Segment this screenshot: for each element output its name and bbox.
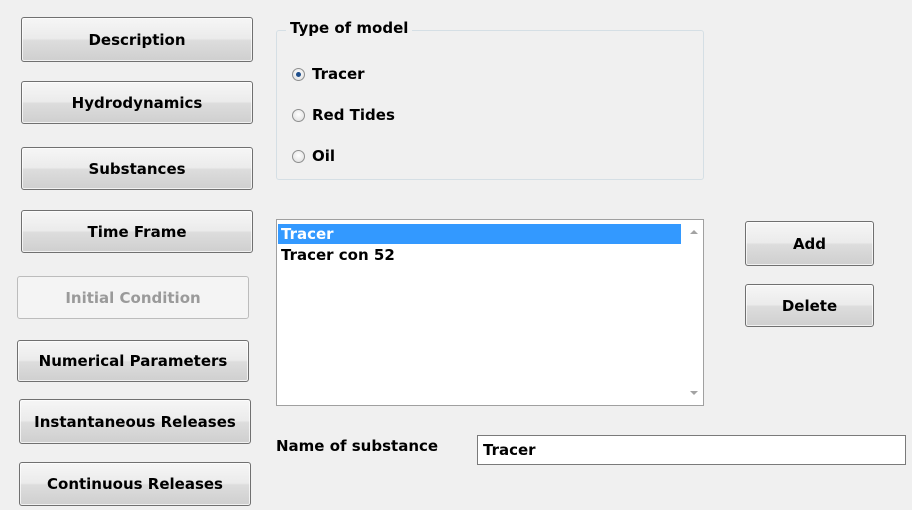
radio-unchecked-icon[interactable] (292, 149, 305, 163)
numerical-parameters-button[interactable]: Numerical Parameters (17, 340, 249, 382)
hydrodynamics-button[interactable]: Hydrodynamics (21, 81, 253, 124)
continuous-releases-button[interactable]: Continuous Releases (19, 462, 251, 506)
substance-name-input[interactable] (477, 435, 906, 465)
description-button[interactable]: Description (21, 17, 253, 62)
list-item[interactable]: Tracer con 52 (278, 245, 681, 265)
delete-button[interactable]: Delete (745, 284, 874, 327)
radio-oil-label: Oil (312, 147, 336, 165)
scroll-up-icon[interactable] (690, 230, 698, 234)
substances-listbox[interactable]: Tracer Tracer con 52 (276, 219, 704, 406)
list-item[interactable]: Tracer (278, 224, 681, 244)
radio-red-tides-label: Red Tides (312, 106, 395, 124)
instantaneous-releases-button[interactable]: Instantaneous Releases (19, 399, 251, 444)
radio-unchecked-icon[interactable] (292, 108, 305, 122)
initial-condition-button[interactable]: Initial Condition (17, 276, 249, 319)
radio-tracer-label: Tracer (312, 65, 365, 83)
model-type-legend: Type of model (286, 19, 413, 37)
radio-oil[interactable]: Oil (292, 147, 335, 165)
radio-tracer[interactable]: Tracer (292, 65, 365, 83)
model-type-group (276, 30, 704, 180)
name-of-substance-label: Name of substance (276, 437, 439, 455)
radio-checked-icon[interactable] (292, 67, 305, 81)
scroll-down-icon[interactable] (690, 391, 698, 395)
substances-button[interactable]: Substances (21, 147, 253, 190)
time-frame-button[interactable]: Time Frame (21, 210, 253, 253)
list-scrollbar[interactable] (685, 221, 702, 404)
add-button[interactable]: Add (745, 221, 874, 266)
radio-red-tides[interactable]: Red Tides (292, 106, 395, 124)
